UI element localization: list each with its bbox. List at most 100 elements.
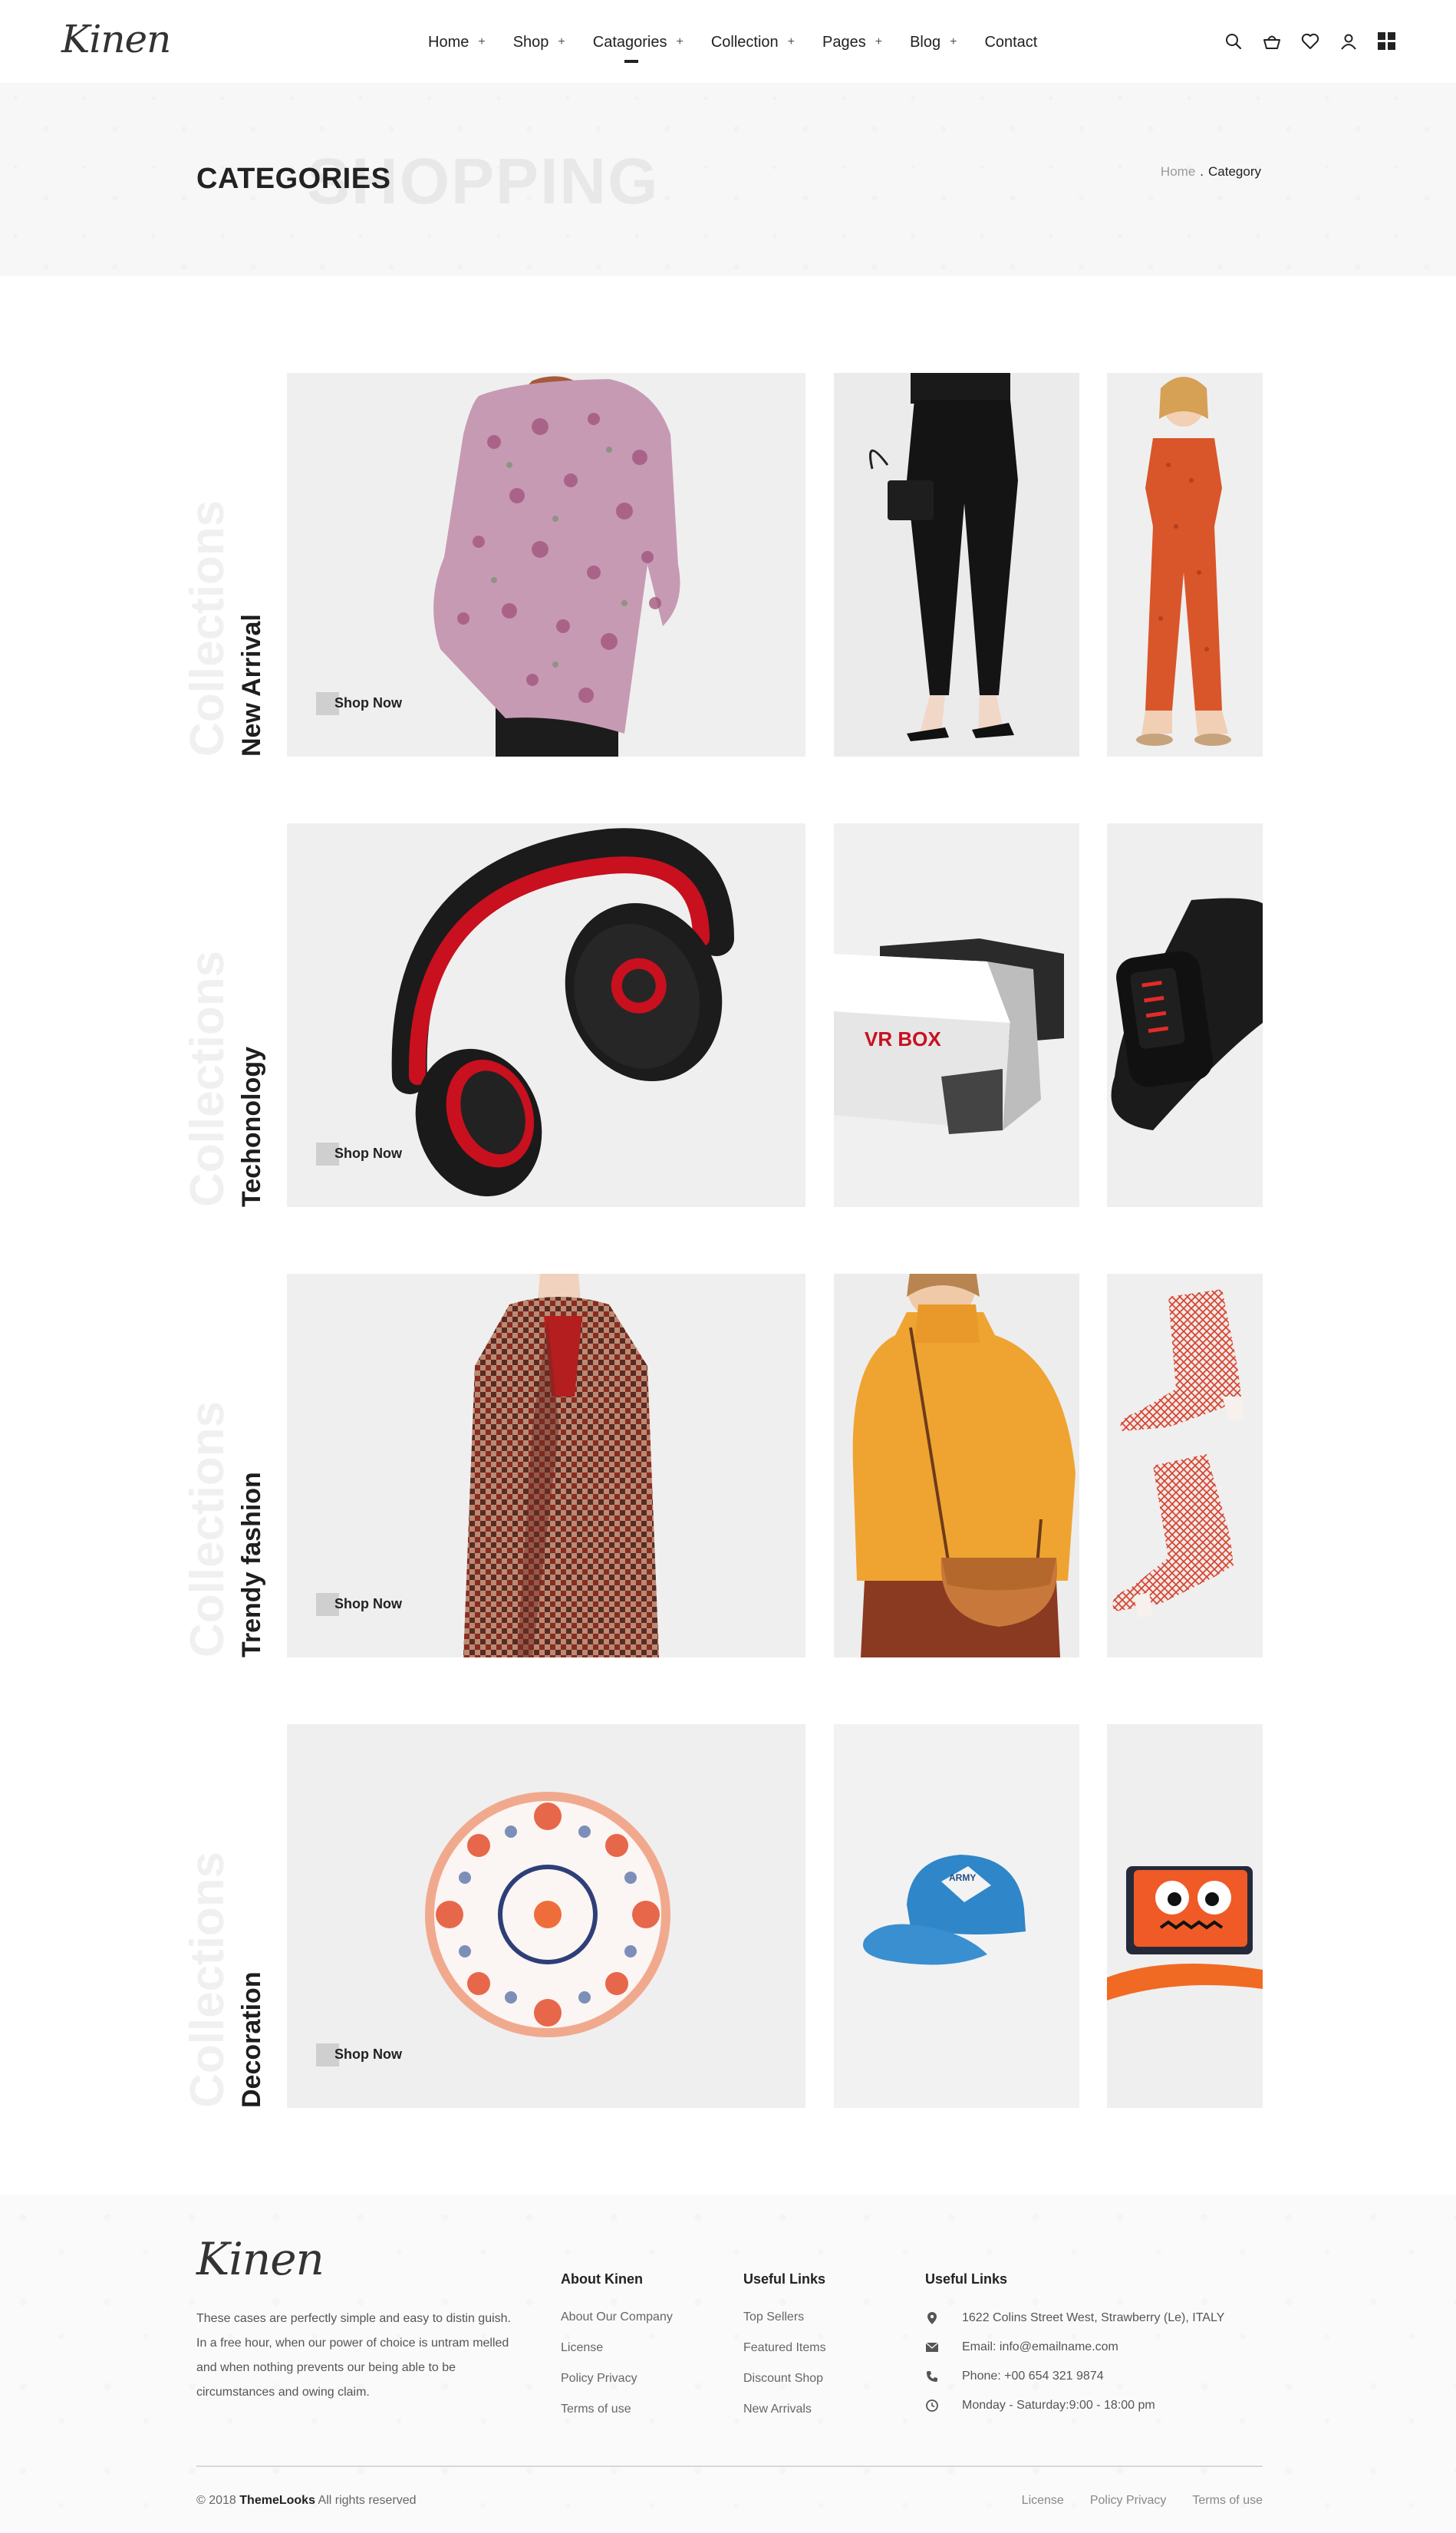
nav-label: Catagories [592,33,667,51]
map-pin-icon [925,2312,939,2324]
woman-floral-blouse-photo[interactable]: Shop Now [287,373,805,757]
category-section-new-arrival: Collections New Arrival Shop Now [181,373,1263,757]
footer-bottom-links: License Policy Privacy Terms of use [996,2494,1263,2508]
about-line: These cases are perfectly simple and eas… [196,2312,511,2325]
nav-item-pages[interactable]: Pages + [822,31,882,54]
girl-orange-jumpsuit-photo[interactable] [1107,373,1263,757]
shop-now-label: Shop Now [334,1146,402,1161]
shop-now-link[interactable]: Shop Now [316,1143,402,1166]
copyright-prefix: © 2018 [196,2494,236,2507]
nav-item-blog[interactable]: Blog + [910,31,957,54]
plus-icon[interactable]: + [788,35,795,49]
copyright-suffix: All rights reserved [318,2494,417,2507]
category-title: New Arrival [237,614,266,757]
shop-now-label: Shop Now [334,1596,402,1611]
red-black-headphones-photo[interactable]: Shop Now [287,823,805,1207]
footer-link-license[interactable]: License [561,2341,673,2357]
about-line: circumstances and owing claim. [196,2386,370,2399]
red-mesh-boots-photo[interactable] [1107,1274,1263,1657]
category-section-trendy-fashion: Collections Trendy fashion Shop Now [181,1274,1263,1657]
grid-menu-icon[interactable] [1376,31,1398,52]
brand-logo[interactable]: Kinen [61,17,171,61]
heart-icon[interactable] [1300,31,1321,52]
footer-link-terms[interactable]: Terms of use [561,2403,673,2418]
footer-about-text: These cases are perfectly simple and eas… [196,2307,534,2405]
nav-item-home[interactable]: Home + [428,31,486,54]
breadcrumb-separator: . [1200,164,1204,179]
site-header: Kinen Home + Shop + Catagories + Collection… [0,0,1456,83]
plus-icon[interactable]: + [676,35,683,49]
nav-item-catagories[interactable]: Catagories + [592,31,684,63]
phone-icon [925,2371,939,2382]
site-footer: Kinen These cases are perfectly simple a… [0,2195,1456,2533]
envelope-icon [925,2343,939,2352]
footer-column-about: About Kinen About Our Company License Po… [561,2271,673,2433]
contact-address: 1622 Colins Street West, Strawberry (Le)… [925,2310,1224,2326]
woman-black-pants-handbag-photo[interactable] [834,373,1079,757]
nav-label: Contact [984,33,1038,51]
footer-link-top-sellers[interactable]: Top Sellers [743,2310,826,2326]
black-led-watch-photo[interactable] [1107,823,1263,1207]
basket-icon[interactable] [1261,31,1283,52]
shop-now-link[interactable]: Shop Now [316,692,402,715]
monster-wallet-photo[interactable] [1107,1724,1263,2108]
plus-icon[interactable]: + [950,35,957,49]
nav-label: Collection [710,33,779,51]
about-line: In a free hour, when our power of choice… [196,2337,509,2350]
contact-phone: Phone: +00 654 321 9874 [925,2369,1224,2384]
bottom-link-policy-privacy[interactable]: Policy Privacy [1090,2494,1167,2508]
round-decorative-pillow-photo[interactable]: Shop Now [287,1724,805,2108]
shop-now-label: Shop Now [334,2047,402,2062]
category-section-technology: Collections Techonology Shop Now VR BOX [181,823,1263,1207]
breadcrumb-home-link[interactable]: Home [1161,164,1195,180]
shop-now-link[interactable]: Shop Now [316,2043,402,2066]
footer-logo[interactable]: Kinen [196,2233,324,2285]
footer-column-useful: Useful Links Top Sellers Featured Items … [743,2271,826,2433]
main-nav: Home + Shop + Catagories + Collection + Page… [428,31,1065,63]
plus-icon[interactable]: + [558,35,565,49]
nav-item-collection[interactable]: Collection + [711,31,795,54]
bottom-link-license[interactable]: License [1022,2494,1064,2508]
category-title: Techonology [237,1046,266,1207]
contact-text[interactable]: Email: info@emailname.com [962,2340,1118,2354]
page-title: CATEGORIES [196,163,391,195]
nav-label: Home [428,33,469,51]
footer-column-title: Useful Links [743,2271,826,2287]
contact-text: Monday - Saturday:9:00 - 18:00 pm [962,2399,1155,2412]
category-section-decoration: Collections Decoration Shop Now ARMY [181,1724,1263,2108]
contact-email: Email: info@emailname.com [925,2340,1224,2355]
copyright-brand[interactable]: ThemeLooks [239,2494,315,2507]
woman-houndstooth-coat-photo[interactable]: Shop Now [287,1274,805,1657]
nav-label: Pages [822,33,866,51]
page-title-banner: SHOPPING CATEGORIES Home . Category [0,83,1456,276]
copyright: © 2018 ThemeLooks All rights reserved [196,2494,417,2508]
user-icon[interactable] [1338,31,1359,52]
footer-column-title: Useful Links [925,2271,1008,2287]
footer-link-new-arrivals[interactable]: New Arrivals [743,2403,826,2418]
contact-text[interactable]: Phone: +00 654 321 9874 [962,2370,1104,2383]
breadcrumb: Home . Category [1161,164,1261,180]
footer-link-discount-shop[interactable]: Discount Shop [743,2372,826,2387]
plus-icon[interactable]: + [875,35,882,49]
vr-box-brand-text: VR BOX [865,1027,941,1050]
footer-divider [196,2465,1263,2467]
search-icon[interactable] [1223,31,1244,52]
nav-item-contact[interactable]: Contact [984,31,1037,54]
category-title: Decoration [237,1971,266,2108]
bottom-link-terms[interactable]: Terms of use [1192,2494,1263,2508]
contact-text: 1622 Colins Street West, Strawberry (Le)… [962,2311,1225,2324]
shop-now-link[interactable]: Shop Now [316,1593,402,1616]
nav-label: Blog [910,33,941,51]
plus-icon[interactable]: + [478,35,485,49]
vr-box-headset-photo[interactable]: VR BOX [834,823,1079,1207]
woman-yellow-sweater-bag-photo[interactable] [834,1274,1079,1657]
footer-link-about-company[interactable]: About Our Company [561,2310,673,2326]
active-indicator [624,60,638,63]
footer-link-featured-items[interactable]: Featured Items [743,2341,826,2357]
footer-column-title: About Kinen [561,2271,643,2287]
nav-item-shop[interactable]: Shop + [513,31,565,54]
about-line: and when nothing prevents our being able… [196,2361,456,2374]
blue-army-cap-photo[interactable]: ARMY [834,1724,1079,2108]
footer-link-policy-privacy[interactable]: Policy Privacy [561,2372,673,2387]
nav-label: Shop [512,33,549,51]
